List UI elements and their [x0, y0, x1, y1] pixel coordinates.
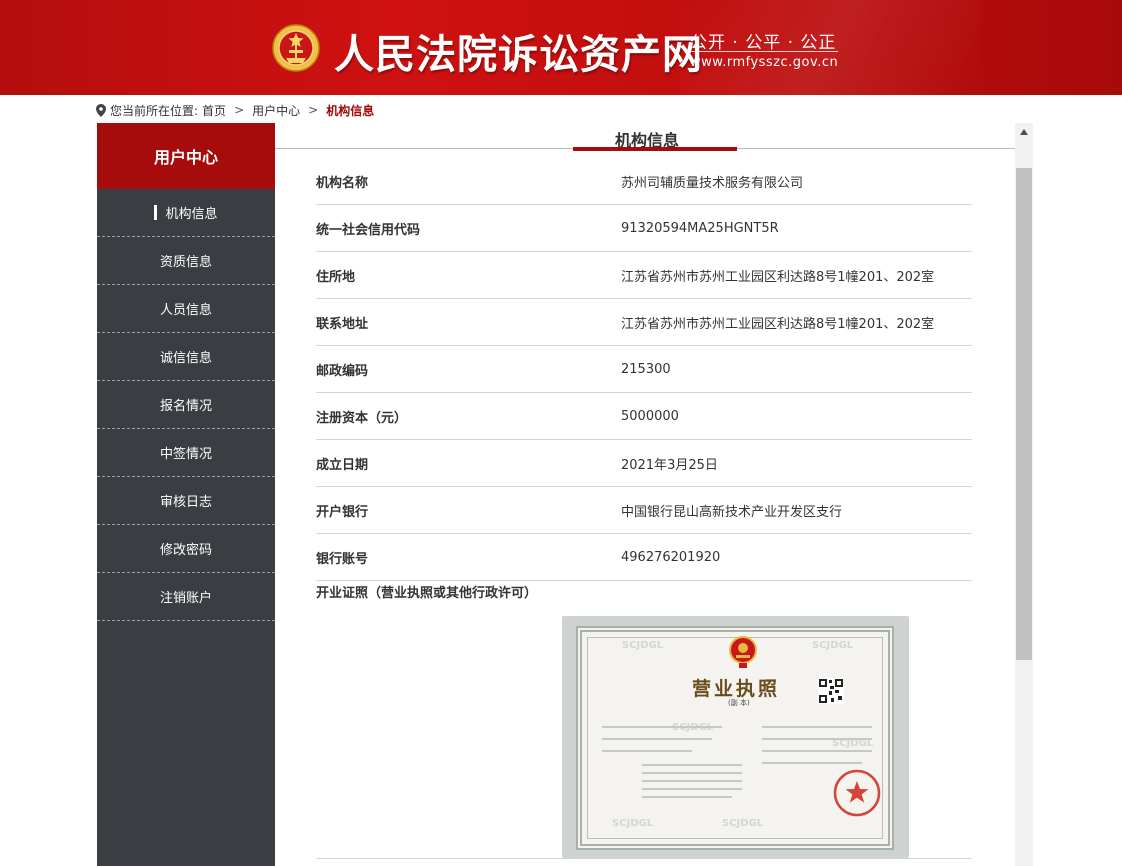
license-label: 开业证照（营业执照或其他行政许可）: [316, 586, 538, 601]
breadcrumb-prefix: 您当前所在位置:: [110, 103, 199, 118]
vertical-scrollbar[interactable]: [1015, 123, 1033, 866]
sidebar-item-label: 中签情况: [159, 447, 212, 462]
field-label: 邮政编码: [316, 363, 369, 379]
license-text-line: [642, 796, 732, 798]
license-text-line: [642, 772, 742, 774]
section-header: 机构信息: [275, 123, 1015, 151]
sidebar-title: 用户中心: [97, 123, 275, 189]
field-value: 91320594MA25HGNT5R: [621, 220, 779, 236]
sidebar-item-credit[interactable]: 诚信信息: [97, 333, 275, 381]
court-emblem-icon[interactable]: [272, 24, 320, 72]
slogan-divider: [690, 51, 838, 52]
official-seal-icon: [833, 769, 881, 817]
license-text-line: [602, 738, 712, 740]
field-label: 机构名称: [316, 175, 369, 191]
license-text-line: [642, 780, 742, 782]
license-text-line: [762, 762, 862, 764]
info-row-established-date: 成立日期 2021年3月25日: [316, 440, 972, 487]
sidebar-item-label: 诚信信息: [159, 351, 212, 366]
field-label: 联系地址: [316, 316, 369, 332]
field-label: 注册资本（元）: [316, 410, 408, 426]
site-domain: www.rmfysszc.gov.cn: [690, 55, 839, 70]
field-value: 215300: [621, 361, 671, 377]
national-emblem-icon: [729, 636, 757, 668]
scroll-up-button[interactable]: [1015, 123, 1033, 141]
sidebar: 用户中心 机构信息 资质信息 人员信息 诚信信息 报名情况 中签情况 审核日志 …: [97, 123, 275, 866]
breadcrumb-separator: >: [234, 103, 245, 117]
field-value: 苏州司辅质量技术服务有限公司: [621, 175, 804, 191]
site-header: 人民法院诉讼资产网 公开 · 公平 · 公正 www.rmfysszc.gov.…: [0, 0, 1122, 95]
field-value: 496276201920: [621, 549, 721, 565]
field-value: 2021年3月25日: [621, 457, 718, 473]
info-row-contact-address: 联系地址 江苏省苏州市苏州工业园区利达路8号1幢201、202室: [316, 299, 972, 346]
license-watermark: SCJDGL: [612, 818, 654, 829]
license-copy-mark: (副 本): [728, 699, 750, 707]
info-table: 机构名称 苏州司辅质量技术服务有限公司 统一社会信用代码 91320594MA2…: [316, 158, 972, 581]
sidebar-item-winning[interactable]: 中签情况: [97, 429, 275, 477]
breadcrumb: 您当前所在位置: 首页 > 用户中心 > 机构信息: [96, 101, 374, 119]
sidebar-item-registration[interactable]: 报名情况: [97, 381, 275, 429]
field-label: 统一社会信用代码: [316, 222, 421, 238]
license-text-line: [642, 764, 742, 766]
breadcrumb-home-link[interactable]: 首页: [202, 102, 226, 119]
section-accent-bar: [573, 147, 737, 151]
license-text-line: [602, 726, 722, 728]
site-title[interactable]: 人民法院诉讼资产网: [334, 22, 703, 80]
info-row-credit-code: 统一社会信用代码 91320594MA25HGNT5R: [316, 205, 972, 252]
qr-code-icon: [818, 678, 844, 704]
sidebar-item-close-account[interactable]: 注销账户: [97, 573, 275, 621]
business-license-image[interactable]: SCJDGL SCJDGL SCJDGL SCJDGL SCJDGL SCJDG…: [562, 616, 909, 858]
sidebar-item-audit-log[interactable]: 审核日志: [97, 477, 275, 525]
sidebar-item-qualification[interactable]: 资质信息: [97, 237, 275, 285]
breadcrumb-current: 机构信息: [326, 103, 375, 118]
field-value: 江苏省苏州市苏州工业园区利达路8号1幢201、202室: [621, 269, 935, 285]
info-row-bank-account: 银行账号 496276201920: [316, 534, 972, 581]
field-label: 银行账号: [316, 551, 369, 567]
location-pin-icon: [96, 103, 106, 117]
sidebar-item-label: 注销账户: [159, 591, 212, 606]
info-row-postcode: 邮政编码 215300: [316, 346, 972, 393]
license-text-line: [762, 738, 872, 740]
field-label: 住所地: [316, 269, 356, 285]
info-row-bank: 开户银行 中国银行昆山高新技术产业开发区支行: [316, 487, 972, 534]
sidebar-item-label: 人员信息: [159, 303, 212, 318]
sidebar-item-label: 修改密码: [159, 543, 212, 558]
info-row-org-name: 机构名称 苏州司辅质量技术服务有限公司: [316, 158, 972, 205]
license-watermark: SCJDGL: [722, 818, 764, 829]
field-value: 5000000: [621, 408, 679, 424]
license-text-line: [762, 750, 872, 752]
sidebar-item-label: 审核日志: [159, 495, 212, 510]
license-certificate: SCJDGL SCJDGL SCJDGL SCJDGL SCJDGL SCJDG…: [576, 626, 894, 850]
sidebar-item-label: 机构信息: [165, 207, 218, 222]
license-text-line: [602, 750, 692, 752]
site-slogan: 公开 · 公平 · 公正: [690, 33, 837, 53]
content-bottom-divider: [316, 858, 972, 859]
triangle-up-icon: [1020, 129, 1028, 135]
sidebar-item-org-info[interactable]: 机构信息: [97, 189, 275, 237]
info-row-registered-capital: 注册资本（元） 5000000: [316, 393, 972, 440]
license-watermark: SCJDGL: [622, 640, 664, 651]
field-label: 成立日期: [316, 457, 369, 473]
active-indicator: [154, 205, 158, 220]
license-text-line: [642, 788, 742, 790]
license-watermark: SCJDGL: [812, 640, 854, 651]
breadcrumb-user-center-link[interactable]: 用户中心: [252, 102, 300, 119]
license-text-line: [762, 726, 872, 728]
sidebar-item-personnel[interactable]: 人员信息: [97, 285, 275, 333]
field-value: 中国银行昆山高新技术产业开发区支行: [621, 504, 843, 520]
sidebar-item-change-password[interactable]: 修改密码: [97, 525, 275, 573]
license-title: 营业执照: [692, 678, 781, 700]
breadcrumb-separator: >: [308, 103, 319, 117]
field-label: 开户银行: [316, 504, 369, 520]
scrollbar-thumb[interactable]: [1016, 168, 1032, 660]
main-content: 机构信息 机构名称 苏州司辅质量技术服务有限公司 统一社会信用代码 913205…: [275, 123, 1015, 866]
field-value: 江苏省苏州市苏州工业园区利达路8号1幢201、202室: [621, 316, 935, 332]
sidebar-item-label: 资质信息: [159, 255, 212, 270]
sidebar-item-label: 报名情况: [159, 399, 212, 414]
info-row-domicile: 住所地 江苏省苏州市苏州工业园区利达路8号1幢201、202室: [316, 252, 972, 299]
